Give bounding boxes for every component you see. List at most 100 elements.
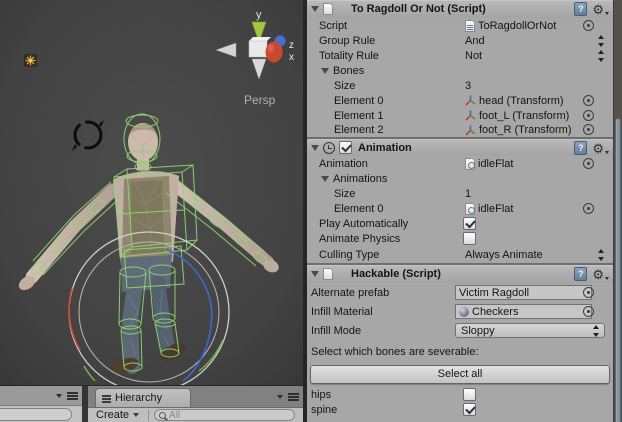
foldout-icon[interactable]	[311, 6, 319, 12]
projection-label[interactable]: Persp	[244, 93, 276, 107]
infill-mode-dropdown[interactable]: Sloppy	[455, 323, 605, 338]
row-animations-element0: Element 0 idleFlat	[307, 201, 613, 216]
scene-viewport[interactable]: y z x Persp	[0, 0, 303, 385]
component-enabled-checkbox[interactable]	[339, 141, 352, 154]
object-picker-icon[interactable]	[583, 110, 594, 121]
field-label: Infill Mode	[311, 325, 455, 337]
light-gizmo-icon[interactable]	[24, 54, 37, 67]
culling-type-enum[interactable]: Always Animate	[465, 249, 543, 261]
row-animations-foldout[interactable]: Animations	[307, 171, 613, 186]
field-label: Play Automatically	[319, 218, 465, 230]
object-picker-icon[interactable]	[583, 20, 594, 31]
object-picker-icon[interactable]	[583, 203, 594, 214]
element0-object-field[interactable]: head (Transform)	[465, 95, 564, 107]
gear-icon[interactable]: ⚙	[592, 3, 609, 16]
animation-clip-icon	[465, 158, 475, 170]
row-animations-size: Size 1	[307, 186, 613, 201]
script-component-icon	[323, 268, 333, 280]
row-animation-clip: Animation idleFlat	[307, 156, 613, 171]
group-rule-enum[interactable]: And	[465, 35, 485, 47]
help-icon[interactable]: ?	[574, 2, 587, 16]
enum-arrows-icon[interactable]	[598, 249, 605, 261]
foldout-icon[interactable]	[311, 271, 319, 277]
help-icon[interactable]: ?	[574, 141, 587, 155]
enum-arrows-icon[interactable]	[598, 50, 605, 62]
field-label: Element 2	[334, 124, 465, 136]
axis-z-label: z	[289, 40, 294, 51]
animation-clip-icon	[465, 203, 475, 215]
help-icon[interactable]: ?	[574, 267, 587, 281]
left-column: y z x Persp	[0, 0, 303, 422]
animations-element0-field[interactable]: idleFlat	[465, 203, 513, 215]
component-title: To Ragdoll Or Not (Script)	[351, 3, 486, 15]
scrollbar-thumb[interactable]	[615, 118, 621, 422]
bones-size-value[interactable]: 3	[465, 80, 471, 92]
hierarchy-menu-icon[interactable]	[277, 392, 299, 402]
bones-foldout-label: Bones	[333, 65, 479, 77]
row-animate-physics: Animate Physics	[307, 231, 613, 246]
object-picker-icon[interactable]	[583, 95, 594, 106]
bottom-panel-strip: Hierarchy Create	[0, 385, 303, 422]
play-automatically-checkbox[interactable]	[463, 217, 476, 230]
foldout-icon[interactable]	[321, 68, 329, 74]
select-all-button[interactable]: Select all	[310, 365, 610, 384]
animate-physics-checkbox[interactable]	[463, 232, 476, 245]
gear-icon[interactable]: ⚙	[592, 268, 609, 281]
field-label: Animation	[319, 158, 465, 170]
row-bones-element2: Element 2 foot_R (Transform)	[307, 123, 613, 138]
row-culling-type: Culling Type Always Animate	[307, 246, 613, 264]
transform-icon	[465, 110, 476, 121]
material-sphere-icon	[459, 307, 469, 317]
element1-object-field[interactable]: foot_L (Transform)	[465, 110, 569, 122]
object-picker-icon[interactable]	[583, 158, 594, 169]
enum-arrows-icon	[593, 325, 600, 337]
row-select-all: Select all	[307, 361, 613, 387]
field-label: Animate Physics	[319, 233, 465, 245]
field-label: Alternate prefab	[311, 287, 455, 299]
hips-checkbox[interactable]	[463, 388, 476, 401]
object-picker-icon[interactable]	[583, 306, 594, 317]
create-button[interactable]: Create	[92, 409, 143, 421]
animations-size-value[interactable]: 1	[465, 188, 471, 200]
csharp-script-icon	[465, 20, 475, 32]
toolbar-separator	[148, 410, 149, 421]
field-label: Totality Rule	[319, 50, 465, 62]
animation-object-field[interactable]: idleFlat	[465, 158, 513, 170]
infill-material-object-field[interactable]: Checkers	[455, 304, 592, 319]
spine-checkbox[interactable]	[463, 403, 476, 416]
component-header-animation[interactable]: Animation ? ⚙	[307, 138, 613, 156]
element2-object-field[interactable]: foot_R (Transform)	[465, 124, 572, 136]
component-header-hackable[interactable]: Hackable (Script) ? ⚙	[307, 264, 613, 283]
gear-icon[interactable]: ⚙	[592, 142, 609, 155]
field-label: Infill Material	[311, 306, 455, 318]
field-label: Size	[334, 80, 465, 92]
enum-arrows-icon[interactable]	[598, 35, 605, 47]
script-value: ToRagdollOrNot	[478, 20, 556, 32]
script-component-icon	[323, 3, 333, 15]
mini-search-field[interactable]	[0, 408, 72, 421]
row-bones-element0: Element 0 head (Transform)	[307, 93, 613, 108]
panel-menu-icon[interactable]	[56, 391, 78, 401]
hierarchy-panel: Hierarchy Create	[88, 386, 303, 422]
totality-rule-enum[interactable]: Not	[465, 50, 482, 62]
foldout-icon[interactable]	[311, 145, 319, 151]
left-mini-panel	[0, 386, 82, 422]
object-picker-icon[interactable]	[583, 124, 594, 135]
axis-y-label: y	[256, 9, 262, 21]
object-picker-icon[interactable]	[583, 287, 594, 298]
row-bone-spine: spine	[307, 402, 613, 417]
inspector-scrollbar[interactable]	[613, 0, 622, 422]
bone-label: spine	[311, 404, 461, 416]
field-label: Element 0	[334, 203, 465, 215]
row-script: Script ToRagdollOrNot	[307, 18, 613, 33]
axis-x-label: x	[289, 52, 294, 63]
component-header-toragdoll[interactable]: To Ragdoll Or Not (Script) ? ⚙	[307, 0, 613, 18]
row-bones-foldout[interactable]: Bones	[307, 63, 613, 78]
alternate-prefab-input[interactable]	[455, 285, 592, 300]
foldout-icon[interactable]	[321, 176, 329, 182]
search-input[interactable]	[169, 410, 290, 421]
bone-label: hips	[311, 389, 461, 401]
hierarchy-search-field[interactable]	[154, 409, 295, 421]
script-object-field[interactable]: ToRagdollOrNot	[465, 20, 556, 32]
tab-hierarchy[interactable]: Hierarchy	[95, 388, 191, 407]
